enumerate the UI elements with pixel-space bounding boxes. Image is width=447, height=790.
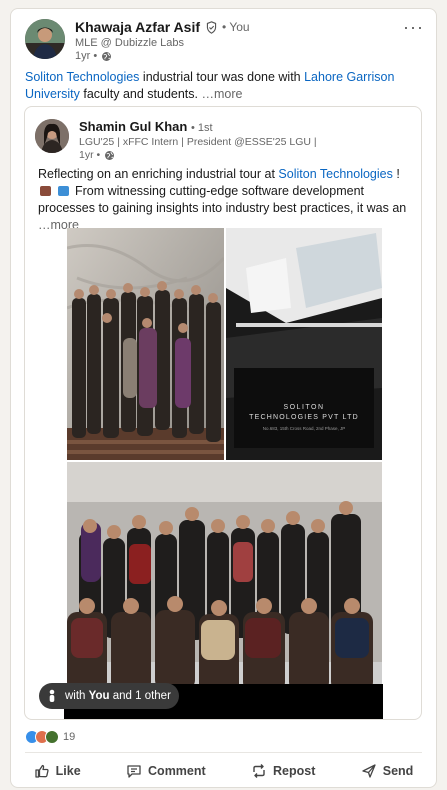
shared-text-a: Reflecting on an enriching industrial to…	[38, 167, 279, 181]
comment-icon	[127, 765, 141, 778]
shared-text-b: !	[392, 167, 400, 181]
shared-post-text: Reflecting on an enriching industrial to…	[38, 166, 418, 234]
verified-icon	[206, 20, 217, 34]
send-button[interactable]: Send	[353, 757, 422, 785]
shared-author-avatar[interactable]	[35, 119, 69, 153]
computer-emoji-icon	[58, 186, 70, 196]
post-text-part1: industrial tour was done with	[139, 70, 305, 84]
briefcase-emoji-icon	[40, 186, 51, 196]
tag-you: You	[88, 690, 110, 702]
send-icon	[362, 764, 376, 778]
globe-icon	[102, 51, 112, 61]
signboard-line1: SOLITON	[283, 404, 325, 411]
shared-text-c: From witnessing cutting-edge software de…	[38, 184, 407, 215]
see-more-link[interactable]: …more	[202, 87, 243, 101]
celebrate-reaction-icon	[45, 730, 59, 744]
signboard-line2: TECHNOLOGIES PVT LTD	[249, 414, 359, 421]
reactions-summary[interactable]: 19	[25, 730, 75, 744]
shared-post-header: Shamin Gul Khan • 1st LGU'25 | xFFC Inte…	[35, 117, 413, 161]
post-time: 1yr •	[75, 50, 112, 62]
send-label: Send	[382, 764, 414, 778]
like-label: Like	[55, 764, 81, 778]
tagged-people-text[interactable]: with You and 1 other	[65, 690, 171, 702]
social-actions-bar: Like Comment Repost Send	[11, 753, 436, 787]
shared-author-headline: LGU'25 | xFFC Intern | President @ESSE'2…	[79, 136, 317, 148]
author-avatar[interactable]	[25, 19, 65, 59]
shared-author-name-row[interactable]: Shamin Gul Khan • 1st	[79, 119, 213, 134]
tag-rest: and 1 other	[109, 690, 171, 702]
globe-icon	[105, 150, 115, 160]
shared-post-time-text: 1yr •	[79, 149, 101, 161]
group-photo-stairs[interactable]	[67, 228, 224, 460]
repost-icon	[253, 764, 265, 778]
shared-author-name[interactable]: Shamin Gul Khan	[79, 119, 187, 134]
post-header: Khawaja Azfar Asif • You MLE @ Dubizzle …	[25, 17, 426, 67]
like-button[interactable]: Like	[26, 757, 89, 785]
author-headline: MLE @ Dubizzle Labs	[75, 37, 184, 49]
feed-post-card: Khawaja Azfar Asif • You MLE @ Dubizzle …	[10, 8, 437, 788]
mention-soliton[interactable]: Soliton Technologies	[25, 70, 139, 84]
tag-with: with	[65, 690, 89, 702]
post-time-text: 1yr •	[75, 50, 98, 62]
thumbs-up-icon	[35, 764, 49, 778]
repost-button[interactable]: Repost	[243, 757, 323, 785]
person-icon	[49, 689, 55, 702]
author-name-row[interactable]: Khawaja Azfar Asif • You	[75, 19, 250, 35]
shared-post-time: 1yr •	[79, 149, 115, 161]
company-signboard-photo[interactable]: SOLITON TECHNOLOGIES PVT LTD No.683, 15t…	[226, 228, 382, 460]
post-text-part2: faculty and students.	[79, 87, 199, 101]
post-text: Soliton Technologies industrial tour was…	[25, 69, 425, 103]
connection-degree: • 1st	[190, 122, 213, 134]
you-label: • You	[222, 20, 250, 34]
comment-label: Comment	[148, 764, 206, 778]
more-options-icon[interactable]: ···	[403, 17, 424, 38]
author-name[interactable]: Khawaja Azfar Asif	[75, 19, 200, 35]
shared-post[interactable]: Shamin Gul Khan • 1st LGU'25 | xFFC Inte…	[24, 106, 422, 720]
comment-button[interactable]: Comment	[118, 757, 214, 785]
mention-soliton-shared[interactable]: Soliton Technologies	[278, 167, 392, 181]
group-photo-office[interactable]	[67, 462, 382, 719]
signboard-line3: No.683, 15th Cross Road, 2nd Phase, JP	[262, 426, 346, 431]
repost-label: Repost	[273, 764, 316, 778]
reaction-count: 19	[63, 731, 76, 743]
